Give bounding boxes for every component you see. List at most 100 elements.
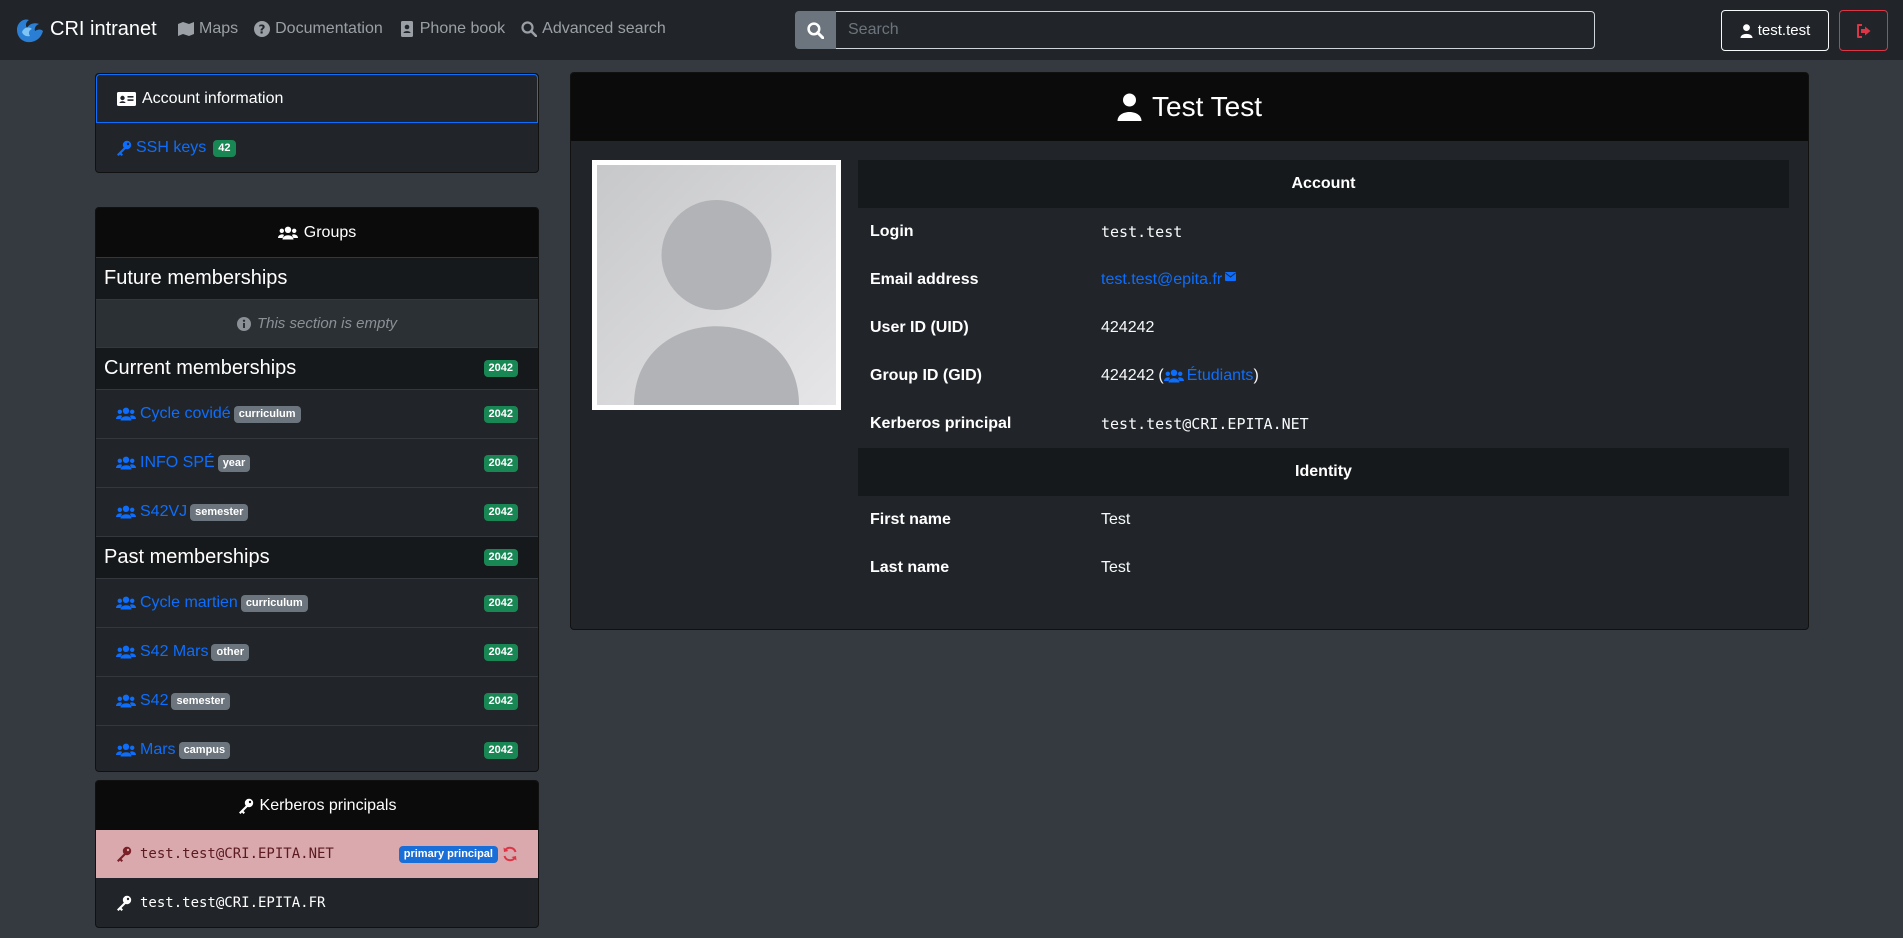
group-list-item[interactable]: S42 semester 2042 [96,676,538,725]
uid-row: User ID (UID) 424242 [858,304,1789,352]
groups-header: Groups [96,208,538,257]
last-name-row: Last name Test [858,544,1789,592]
primary-principal-badge: primary principal [398,845,498,863]
group-list-item[interactable]: S42 Mars other 2042 [96,627,538,676]
nav-link-documentation[interactable]: ? Documentation [254,20,383,38]
group-link[interactable]: S42VJ [140,503,187,521]
account-information-item[interactable]: Account information [96,74,538,123]
group-type-badge: year [217,454,251,472]
map-icon [178,22,194,36]
uid-label: User ID (UID) [870,319,969,336]
first-name-row: First name Test [858,496,1789,544]
group-count-badge: 2042 [483,454,518,472]
group-type-badge: other [211,643,249,661]
user-icon [1740,23,1753,38]
profile-header: Test Test [571,73,1808,141]
past-memberships-count-badge: 2042 [483,549,518,566]
gid-label: Group ID (GID) [870,367,982,384]
group-link[interactable]: INFO SPÉ [140,454,215,472]
search-bar [795,11,1595,49]
group-link[interactable]: S42 [140,692,168,710]
search-button[interactable] [795,11,836,49]
first-name-label: First name [870,511,951,528]
nav-link-phone-book[interactable]: Phone book [399,20,505,38]
user-icon [1117,93,1142,121]
ssh-keys-link[interactable]: SSH keys [136,139,206,157]
sign-out-icon [1856,23,1870,38]
users-icon [116,407,136,421]
users-icon [116,596,136,610]
identity-section-heading: Identity [858,448,1789,496]
user-name-label: test.test [1757,22,1811,39]
group-type-badge: curriculum [240,594,308,612]
ssh-keys-item[interactable]: SSH keys 42 [96,123,538,172]
email-link[interactable]: test.test@epita.fr [1101,271,1222,289]
nav-link-label: Documentation [275,20,383,37]
last-name-label: Last name [870,559,950,576]
kerberos-principal-item-primary: test.test@CRI.EPITA.NET primary principa… [96,830,538,878]
current-memberships-count-badge: 2042 [483,360,518,377]
first-name-value: Test [1101,511,1131,528]
past-memberships-title: Past memberships [104,546,270,568]
profile-photo [592,160,841,410]
envelope-icon[interactable] [1225,271,1237,281]
group-count-badge: 2042 [483,503,518,521]
users-icon [116,505,136,519]
nav-link-advanced-search[interactable]: Advanced search [521,20,666,38]
login-row: Login test.test [858,208,1789,256]
group-list-item[interactable]: Mars campus 2042 [96,725,538,771]
kerberos-principal-name: test.test@CRI.EPITA.NET [140,846,334,862]
login-label: Login [870,223,914,240]
empty-section-text: This section is empty [256,315,398,332]
group-list-item[interactable]: Cycle martien curriculum 2042 [96,578,538,627]
primary-principal-actions: primary principal [398,845,518,863]
users-icon [116,694,136,708]
nav-link-maps[interactable]: Maps [178,20,238,38]
current-memberships-title: Current memberships [104,357,297,379]
account-nav-card: Account information SSH keys 42 [95,73,539,173]
search-icon [521,21,538,37]
email-label: Email address [870,271,979,288]
login-value: test.test [1101,223,1183,241]
group-type-badge: semester [190,503,249,521]
account-section-heading: Account [858,160,1789,208]
kerberos-principal-item: test.test@CRI.EPITA.FR [96,878,538,927]
brand-logo-icon [17,19,43,43]
group-count-badge: 2042 [483,692,518,710]
logout-button[interactable] [1839,10,1888,51]
kerberos-principal-row: Kerberos principal test.test@CRI.EPITA.N… [858,400,1789,448]
profile-display-name: Test Test [1152,91,1262,122]
user-profile-button[interactable]: test.test [1721,10,1829,51]
search-icon [807,21,824,39]
email-value-cell: test.test@epita.fr [1101,271,1237,289]
group-link[interactable]: S42 Mars [140,643,208,661]
gid-row: Group ID (GID) 424242 ( Étudiants ) [858,352,1789,400]
users-icon [1163,369,1184,383]
profile-info-table: Account Login test.test Email address te… [858,160,1789,592]
users-icon [116,456,136,470]
group-link[interactable]: Cycle covidé [140,405,231,423]
group-list-item[interactable]: INFO SPÉ year 2042 [96,438,538,487]
ssh-keys-count-badge: 42 [213,139,236,157]
users-icon [116,645,136,659]
group-list-item[interactable]: S42VJ semester 2042 [96,487,538,536]
address-book-icon [400,21,413,37]
future-memberships-empty: This section is empty [96,299,538,347]
brand-link[interactable]: CRI intranet [14,14,157,44]
nav-links: Maps ? Documentation Phone book Advanced… [178,20,666,38]
group-link[interactable]: Mars [140,741,176,759]
sync-icon[interactable] [502,846,518,862]
search-input[interactable] [836,11,1595,49]
nav-link-label: Maps [199,20,239,37]
gid-paren-close: ) [1253,367,1259,384]
gid-group-link[interactable]: Étudiants [1187,367,1254,385]
nav-link-label: Advanced search [542,20,666,37]
groups-card: Groups Future memberships This section i… [95,207,539,772]
kerberos-card: Kerberos principals test.test@CRI.EPITA.… [95,780,539,928]
profile-card: Test Test Account Login test.test Email … [570,72,1809,630]
group-list-item[interactable]: Cycle covidé curriculum 2042 [96,389,538,438]
account-information-label: Account information [142,89,284,107]
uid-value: 424242 [1101,319,1155,336]
group-count-badge: 2042 [483,594,518,612]
group-link[interactable]: Cycle martien [140,594,238,612]
